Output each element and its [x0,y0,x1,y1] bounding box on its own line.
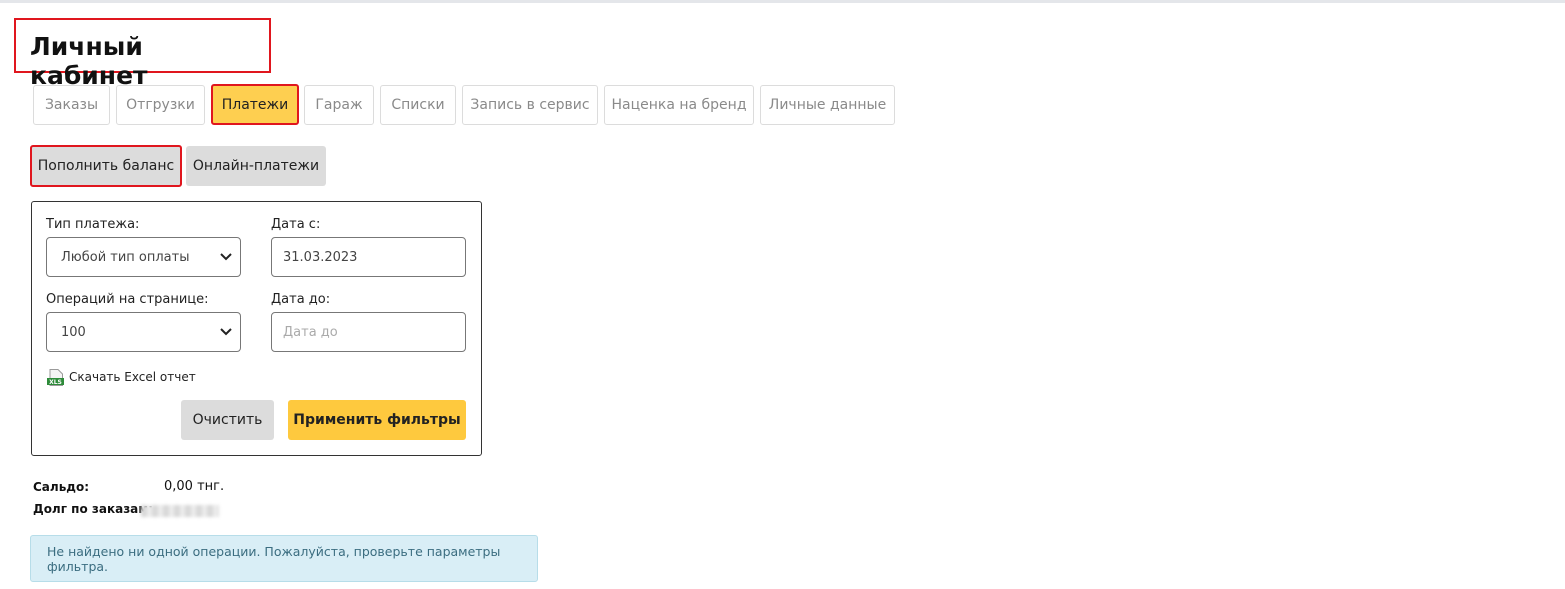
date-to-label: Дата до: [271,292,331,307]
apply-filters-button[interactable]: Применить фильтры [288,400,466,440]
filter-panel: Тип платежа: Любой тип оплаты Дата с: 31… [31,201,482,456]
date-to-input[interactable]: Дата до [271,312,466,352]
payment-type-value: Любой тип оплаты [61,249,190,265]
excel-file-icon: XLS [47,368,64,386]
tab-orders[interactable]: Заказы [33,85,110,125]
chevron-down-icon [220,328,232,336]
tab-personal-data[interactable]: Личные данные [760,85,895,125]
clear-filters-button[interactable]: Очистить [181,400,274,440]
per-page-value: 100 [61,324,86,340]
debt-label: Долг по заказам: [33,502,153,516]
payment-type-select[interactable]: Любой тип оплаты [46,237,241,277]
no-operations-alert: Не найдено ни одной операции. Пожалуйста… [30,535,538,582]
tab-brand-markup[interactable]: Наценка на бренд [604,85,754,125]
download-excel-link[interactable]: XLS Скачать Excel отчет [47,368,196,386]
date-to-placeholder: Дата до [283,324,338,340]
download-excel-label: Скачать Excel отчет [69,370,196,384]
tab-lists[interactable]: Списки [380,85,456,125]
top-divider [0,0,1565,3]
per-page-label: Операций на странице: [46,292,209,307]
excel-icon-text: XLS [49,378,62,385]
saldo-label: Сальдо: [33,480,90,494]
title-highlight-box: Личный кабинет [14,18,271,90]
tab-garage[interactable]: Гараж [304,85,374,125]
per-page-select[interactable]: 100 [46,312,241,352]
online-payments-button[interactable]: Онлайн-платежи [186,146,326,186]
tab-service-booking[interactable]: Запись в сервис [462,85,598,125]
tab-payments[interactable]: Платежи [211,84,299,125]
date-from-label: Дата с: [271,217,321,232]
tab-shipments[interactable]: Отгрузки [116,85,205,125]
saldo-value: 0,00 тнг. [164,479,225,494]
date-from-input[interactable]: 31.03.2023 [271,237,466,277]
topup-balance-button[interactable]: Пополнить баланс [30,145,182,187]
debt-value-redacted [141,505,219,517]
page-title: Личный кабинет [30,32,148,90]
payment-type-label: Тип платежа: [46,217,140,232]
date-from-value: 31.03.2023 [283,249,358,265]
chevron-down-icon [220,253,232,261]
